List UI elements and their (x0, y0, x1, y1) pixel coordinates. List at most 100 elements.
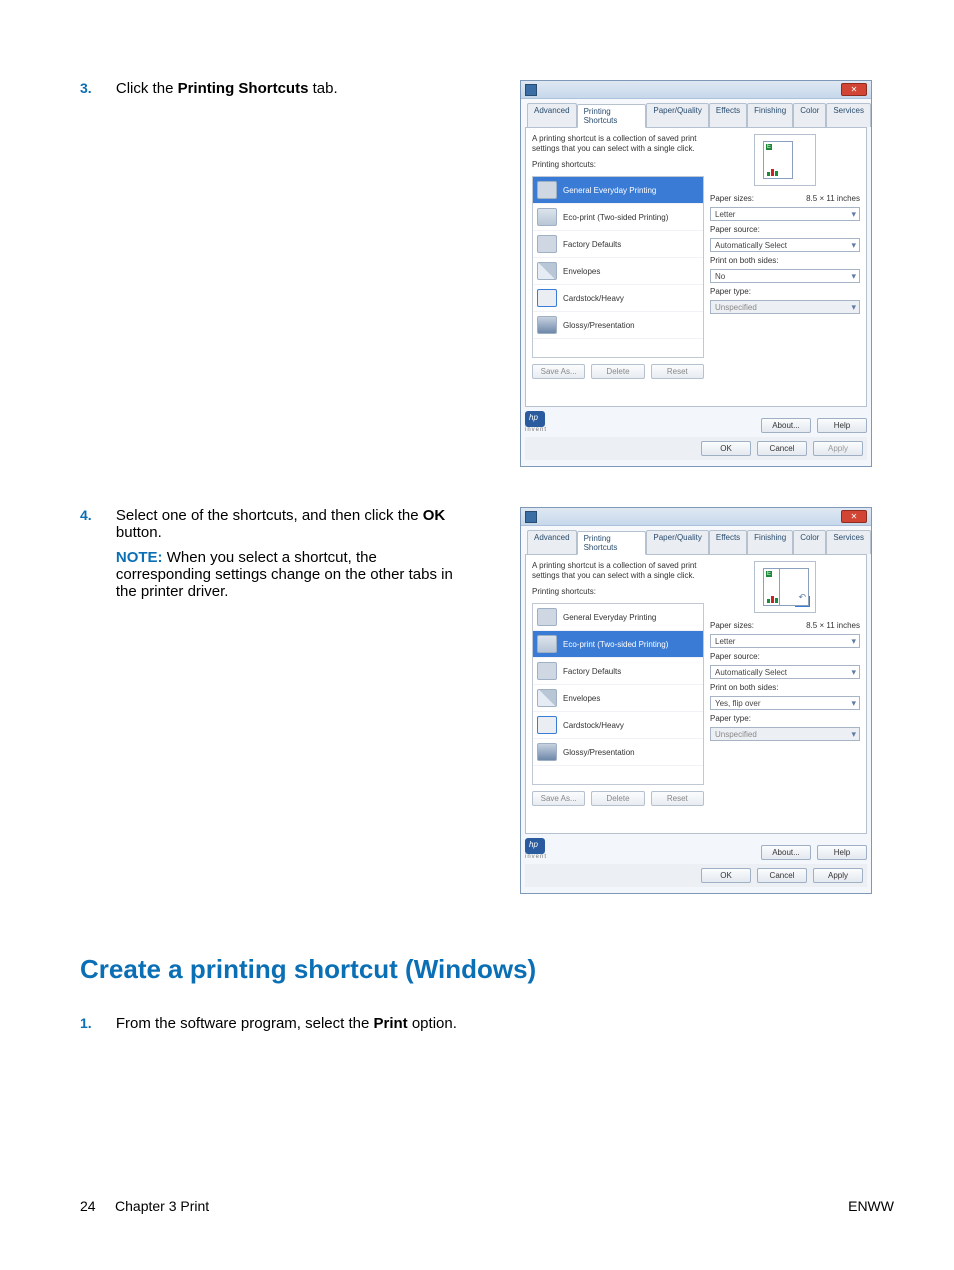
shortcut-eco-label: Eco-print (Two-sided Printing) (563, 213, 668, 222)
both-sides-label: Print on both sides: (710, 256, 860, 265)
shortcut-eco[interactable]: Eco-print (Two-sided Printing) (533, 204, 703, 231)
tab-printing-shortcuts[interactable]: Printing Shortcuts (577, 104, 647, 128)
shortcut-factory[interactable]: Factory Defaults (533, 658, 703, 685)
both-sides-label: Print on both sides: (710, 683, 860, 692)
dialog-title-bar-2: ✕ (521, 508, 871, 526)
shortcut-list[interactable]: General Everyday Printing Eco-print (Two… (532, 603, 704, 785)
cancel-button[interactable]: Cancel (757, 868, 807, 883)
close-icon[interactable]: ✕ (841, 510, 867, 523)
cancel-button[interactable]: Cancel (757, 441, 807, 456)
save-as-button[interactable]: Save As... (532, 364, 585, 379)
both-sides-select[interactable]: Yes, flip over (710, 696, 860, 710)
shortcut-envelopes[interactable]: Envelopes (533, 258, 703, 285)
eco-icon (537, 635, 557, 653)
hp-invent-text: invent (525, 427, 547, 433)
step-4-text: Select one of the shortcuts, and then cl… (116, 507, 466, 541)
paper-sizes-select[interactable]: Letter (710, 207, 860, 221)
tab-color[interactable]: Color (793, 530, 826, 554)
tab-row: Advanced Printing Shortcuts Paper/Qualit… (521, 99, 871, 127)
shortcut-list-label: Printing shortcuts: (532, 160, 704, 170)
shortcut-glossy[interactable]: Glossy/Presentation (533, 312, 703, 339)
step-3-pre: Click the (116, 80, 178, 97)
shortcut-glossy[interactable]: Glossy/Presentation (533, 739, 703, 766)
shortcut-cardstock[interactable]: Cardstock/Heavy (533, 285, 703, 312)
both-sides-select[interactable]: No (710, 269, 860, 283)
delete-button[interactable]: Delete (591, 364, 644, 379)
step-3-bold: Printing Shortcuts (178, 80, 309, 97)
ok-button[interactable]: OK (701, 441, 751, 456)
tab-paper-quality[interactable]: Paper/Quality (646, 103, 708, 127)
paper-type-select[interactable]: Unspecified (710, 727, 860, 741)
shortcut-envelopes-label: Envelopes (563, 267, 600, 276)
tab-finishing[interactable]: Finishing (747, 103, 793, 127)
tab-services[interactable]: Services (826, 103, 871, 127)
paper-sizes-label: Paper sizes: (710, 194, 754, 203)
glossy-icon (537, 316, 557, 334)
paper-sizes-label: Paper sizes: (710, 621, 754, 630)
step-4-note: NOTE: When you select a shortcut, the co… (116, 549, 466, 600)
tab-effects[interactable]: Effects (709, 103, 747, 127)
delete-button[interactable]: Delete (591, 791, 644, 806)
shortcut-everyday[interactable]: General Everyday Printing (533, 604, 703, 631)
shortcut-desc: A printing shortcut is a collection of s… (532, 134, 704, 154)
hp-logo-icon (525, 411, 545, 427)
step-3-text: Click the Printing Shortcuts tab. (116, 80, 466, 97)
shortcut-envelopes[interactable]: Envelopes (533, 685, 703, 712)
paper-type-label: Paper type: (710, 287, 860, 296)
step-1-pre: From the software program, select the (116, 1015, 374, 1032)
tab-effects[interactable]: Effects (709, 530, 747, 554)
hp-invent-text: invent (525, 854, 547, 860)
heading-create-shortcut: Create a printing shortcut (Windows) (80, 954, 894, 985)
apply-button[interactable]: Apply (813, 868, 863, 883)
shortcut-factory-label: Factory Defaults (563, 240, 621, 249)
shortcut-eco[interactable]: Eco-print (Two-sided Printing) (533, 631, 703, 658)
reset-button[interactable]: Reset (651, 791, 704, 806)
enww-label: ENWW (848, 1198, 894, 1214)
chapter-label: Chapter 3 Print (115, 1198, 209, 1214)
shortcut-desc: A printing shortcut is a collection of s… (532, 561, 704, 581)
paper-sizes-select[interactable]: Letter (710, 634, 860, 648)
step-4-note-label: NOTE: (116, 549, 163, 566)
step-1-text: From the software program, select the Pr… (116, 1015, 466, 1032)
shortcut-everyday[interactable]: General Everyday Printing (533, 177, 703, 204)
apply-button[interactable]: Apply (813, 441, 863, 456)
step-4-note-text: When you select a shortcut, the correspo… (116, 549, 453, 600)
step-3-num: 3. (80, 80, 108, 96)
step-1-num: 1. (80, 1015, 108, 1031)
glossy-icon (537, 743, 557, 761)
paper-source-select[interactable]: Automatically Select (710, 665, 860, 679)
dialog-printing-shortcuts-1: ✕ Advanced Printing Shortcuts Paper/Qual… (520, 80, 872, 467)
app-icon (525, 84, 537, 96)
help-button[interactable]: Help (817, 418, 867, 433)
reset-button[interactable]: Reset (651, 364, 704, 379)
tab-finishing[interactable]: Finishing (747, 530, 793, 554)
tab-color[interactable]: Color (793, 103, 826, 127)
shortcut-list-label: Printing shortcuts: (532, 587, 704, 597)
step-3-post: tab. (308, 80, 337, 97)
shortcut-factory-label: Factory Defaults (563, 667, 621, 676)
tab-printing-shortcuts[interactable]: Printing Shortcuts (577, 531, 647, 555)
shortcut-cardstock-label: Cardstock/Heavy (563, 294, 624, 303)
about-button[interactable]: About... (761, 845, 811, 860)
shortcut-list[interactable]: General Everyday Printing Eco-print (Two… (532, 176, 704, 358)
tab-advanced[interactable]: Advanced (527, 103, 577, 127)
tab-services[interactable]: Services (826, 530, 871, 554)
tab-paper-quality[interactable]: Paper/Quality (646, 530, 708, 554)
ok-button[interactable]: OK (701, 868, 751, 883)
shortcut-cardstock[interactable]: Cardstock/Heavy (533, 712, 703, 739)
paper-type-select[interactable]: Unspecified (710, 300, 860, 314)
shortcut-factory[interactable]: Factory Defaults (533, 231, 703, 258)
eco-icon (537, 208, 557, 226)
tab-advanced[interactable]: Advanced (527, 530, 577, 554)
about-button[interactable]: About... (761, 418, 811, 433)
paper-type-label: Paper type: (710, 714, 860, 723)
factory-icon (537, 235, 557, 253)
paper-source-label: Paper source: (710, 225, 860, 234)
help-button[interactable]: Help (817, 845, 867, 860)
dialog-printing-shortcuts-2: ✕ Advanced Printing Shortcuts Paper/Qual… (520, 507, 872, 894)
cardstock-icon (537, 289, 557, 307)
save-as-button[interactable]: Save As... (532, 791, 585, 806)
step-4-pre: Select one of the shortcuts, and then cl… (116, 507, 423, 524)
close-icon[interactable]: ✕ (841, 83, 867, 96)
paper-source-select[interactable]: Automatically Select (710, 238, 860, 252)
